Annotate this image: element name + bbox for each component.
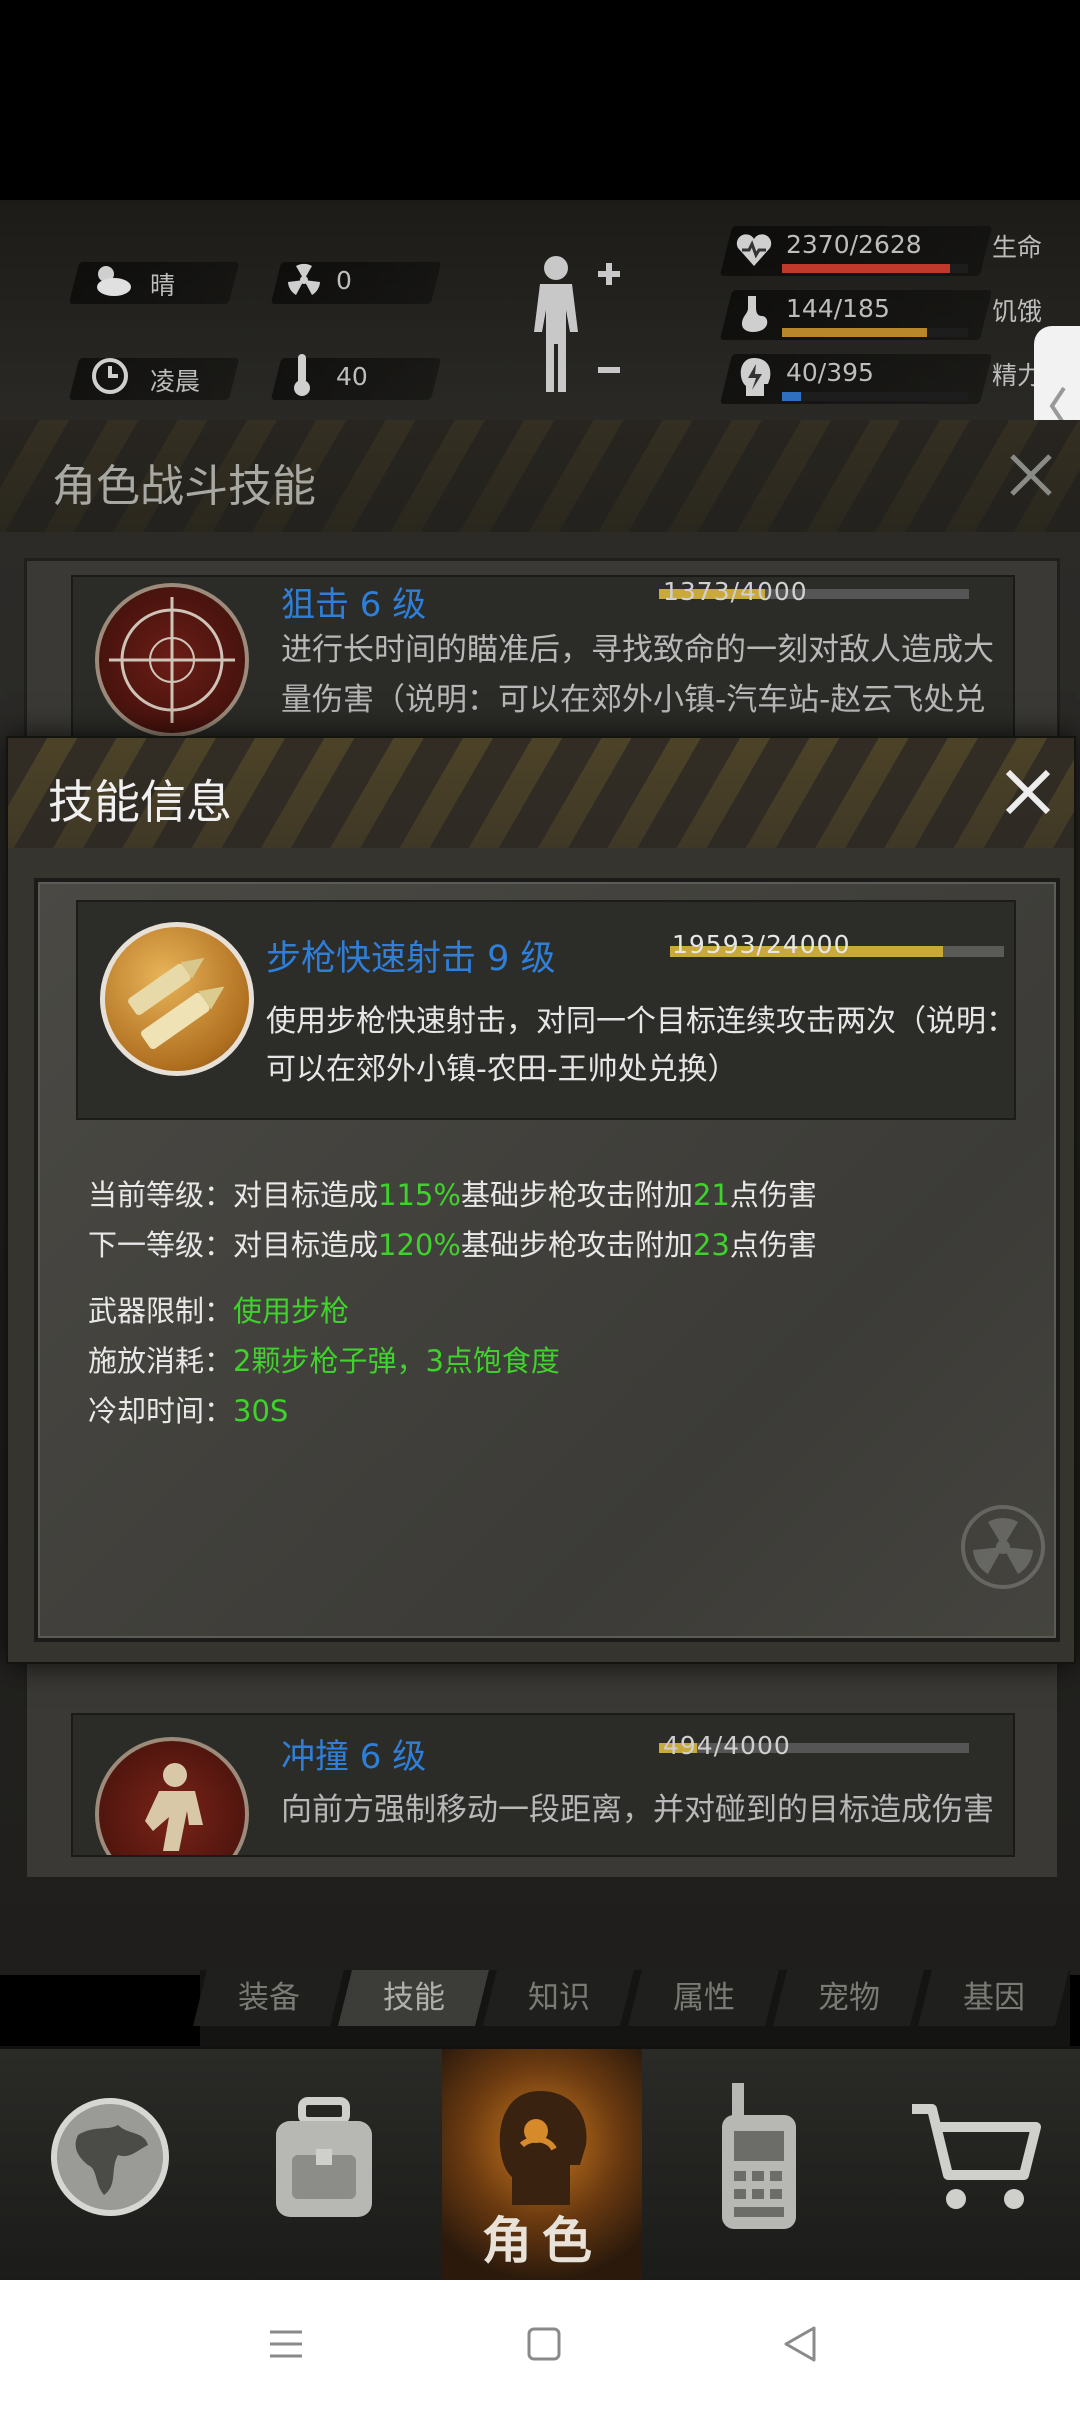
next-bonus-damage: 23 xyxy=(692,1228,730,1262)
skill-description-line: 使用步枪快速射击，对同一个目标连续攻击两次（说明： xyxy=(266,1004,1016,1039)
skill-description-line: 可以在郊外小镇-农田-王帅处兑换） xyxy=(266,1052,738,1087)
tab-label: 技能 xyxy=(382,1980,445,2016)
health-bar xyxy=(782,264,968,273)
tab-label: 知识 xyxy=(527,1980,590,2016)
panel-close-icon[interactable] xyxy=(1004,448,1058,502)
sniper-crosshair-icon xyxy=(95,583,249,737)
temperature-value: 40 xyxy=(336,362,368,391)
skill-detail-panel: 步枪快速射击 9 级 19593/24000 使用步枪快速射击，对同一个目标连续… xyxy=(34,878,1060,1642)
home-icon[interactable] xyxy=(524,2324,564,2364)
charge-figure-icon xyxy=(95,1737,249,1855)
weather-text: 晴 xyxy=(150,271,176,300)
rifle-bullets-icon xyxy=(100,922,254,1076)
tab-5[interactable]: 基因 xyxy=(918,1970,1069,2026)
radiation-value: 0 xyxy=(336,266,352,295)
head-lightning-icon xyxy=(736,356,774,400)
clock-icon xyxy=(90,356,130,396)
health-bar-fill xyxy=(782,264,950,273)
backpack-icon[interactable] xyxy=(262,2095,386,2225)
close-icon[interactable] xyxy=(1000,764,1056,820)
shopping-cart-icon[interactable] xyxy=(906,2099,1046,2219)
character-tab-label: 角色 xyxy=(482,2212,602,2270)
skill-description: 进行长时间的瞄准后，寻找致命的一刻对敌人造成大量伤害（说明：可以在郊外小镇-汽车… xyxy=(281,632,994,718)
skill-name: 冲撞 6 级 xyxy=(281,1737,427,1777)
hunger-bar xyxy=(782,328,968,337)
skill-description: 使用步枪快速射击，对同一个目标连续攻击两次（说明： 可以在郊外小镇-农田-王帅处… xyxy=(266,998,1016,1094)
tab-3[interactable]: 属性 xyxy=(628,1970,779,2026)
menu-icon[interactable] xyxy=(266,2324,306,2364)
hunger-label: 饥饿 xyxy=(992,297,1043,326)
thermometer-icon xyxy=(290,352,314,398)
list-item[interactable]: 冲撞 6 级 494/4000 向前方强制移动一段距离，并对碰到的目标造成伤害 xyxy=(71,1713,1015,1857)
tab-label: 宠物 xyxy=(817,1980,880,2016)
weapon-limit-line: 武器限制：使用步枪 xyxy=(88,1294,350,1328)
category-tabs: 装备 技能 知识 属性 宠物 基因 xyxy=(193,1970,1070,2046)
health-label: 生命 xyxy=(992,233,1043,262)
time-of-day-text: 凌晨 xyxy=(150,367,201,396)
character-tab[interactable]: 角色 xyxy=(442,2049,642,2283)
status-hud: 晴 0 凌晨 40 2370/2628 生命 144/185 饥饿 40/395… xyxy=(0,200,1080,420)
list-item[interactable]: 狙击 6 级 1373/4000 进行长时间的瞄准后，寻找致命的一刻对敌人造成大… xyxy=(71,575,1015,753)
tab-2[interactable]: 知识 xyxy=(483,1970,634,2026)
health-text: 2370/2628 xyxy=(786,230,922,259)
heart-icon xyxy=(734,230,774,270)
tab-1[interactable]: 技能 xyxy=(338,1970,489,2026)
skill-info-dialog: 技能信息 步枪快速射击 9 级 19593/24000 使用步枪快速射击，对同一… xyxy=(6,736,1076,1664)
spirit-text: 40/395 xyxy=(786,358,874,387)
spirit-bar-fill xyxy=(782,392,801,401)
back-icon[interactable] xyxy=(780,2324,820,2364)
system-nav-bar xyxy=(0,2280,1080,2412)
spirit-bar xyxy=(782,392,968,401)
bottom-nav: 角色 xyxy=(0,2046,1080,2283)
walkie-talkie-icon[interactable] xyxy=(708,2079,808,2239)
next-damage-percent: 120% xyxy=(378,1228,461,1262)
current-damage-percent: 115% xyxy=(378,1178,461,1212)
hunger-bar-fill xyxy=(782,328,927,337)
cast-cost-line: 施放消耗：2颗步枪子弹，3点饱食度 xyxy=(88,1344,560,1378)
radiation-icon xyxy=(284,260,324,300)
weather-sunny-icon xyxy=(88,260,134,300)
skill-name: 狙击 6 级 xyxy=(281,585,427,625)
next-level-line: 下一等级：对目标造成120%基础步枪攻击附加23点伤害 xyxy=(88,1228,817,1262)
character-status-icon[interactable] xyxy=(520,252,626,402)
skill-card: 步枪快速射击 9 级 19593/24000 使用步枪快速射击，对同一个目标连续… xyxy=(76,900,1016,1120)
tab-label: 属性 xyxy=(672,1980,735,2016)
world-map-icon[interactable] xyxy=(48,2095,172,2219)
current-bonus-damage: 21 xyxy=(692,1178,730,1212)
skill-name: 步枪快速射击 9 级 xyxy=(266,939,556,979)
radiation-watermark-icon xyxy=(958,1502,1048,1592)
dialog-title: 技能信息 xyxy=(48,775,232,829)
stomach-icon xyxy=(738,294,772,334)
panel-title: 角色战斗技能 xyxy=(52,461,316,512)
tab-4[interactable]: 宠物 xyxy=(773,1970,924,2026)
hunger-text: 144/185 xyxy=(786,294,890,323)
current-level-line: 当前等级：对目标造成115%基础步枪攻击附加21点伤害 xyxy=(88,1178,817,1212)
cooldown-line: 冷却时间：30S xyxy=(88,1394,289,1428)
skill-xp-text: 19593/24000 xyxy=(672,930,851,959)
skill-description: 向前方强制移动一段距离，并对碰到的目标造成伤害 xyxy=(281,1792,994,1828)
skill-xp-text: 494/4000 xyxy=(663,1731,791,1760)
tab-0[interactable]: 装备 xyxy=(193,1970,344,2026)
tab-label: 基因 xyxy=(962,1980,1025,2016)
tab-label: 装备 xyxy=(237,1980,300,2016)
skill-xp-text: 1373/4000 xyxy=(663,577,808,606)
